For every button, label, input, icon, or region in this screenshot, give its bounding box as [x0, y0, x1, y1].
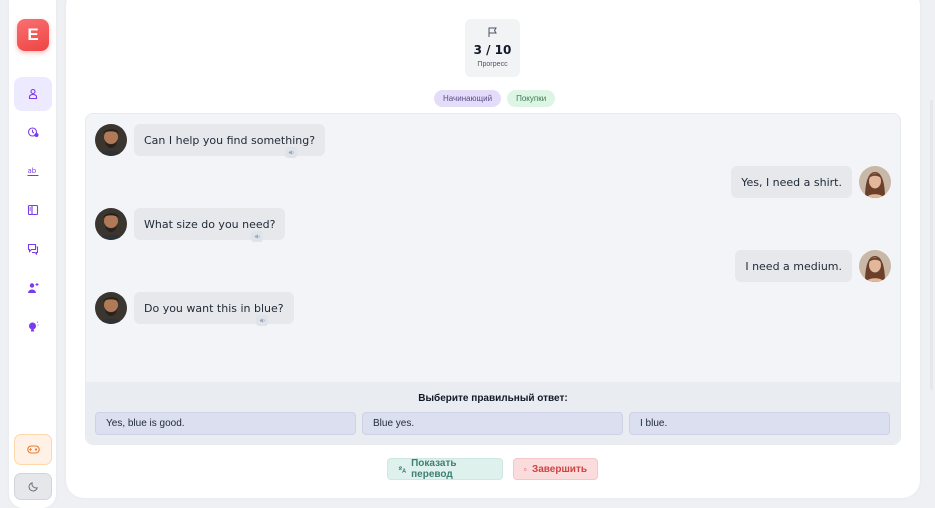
answer-prompt: Выберите правильный ответ:: [418, 393, 568, 404]
clock-location-icon: [27, 127, 39, 138]
action-bar: Показать перевод Завершить: [387, 458, 598, 480]
answer-option-1[interactable]: Yes, blue is good.: [95, 412, 356, 435]
sidebar-item-dialogs[interactable]: [14, 232, 52, 266]
answer-option-3[interactable]: I blue.: [629, 412, 890, 435]
sidebar-item-lessons[interactable]: [14, 193, 52, 227]
play-audio-button[interactable]: [285, 147, 297, 158]
sidebar: E ab: [0, 0, 62, 508]
flag-icon: [488, 27, 497, 37]
play-audio-button[interactable]: [251, 231, 263, 242]
logo-letter: E: [27, 25, 39, 44]
avatar-male: [95, 208, 127, 240]
message-text: Yes, I need a shirt.: [731, 166, 852, 198]
answer-panel: Выберите правильный ответ: Yes, blue is …: [86, 382, 900, 444]
speaker-icon: [259, 318, 265, 323]
user-add-icon: [28, 283, 39, 293]
avatar-female: [859, 250, 891, 282]
message-text: I need a medium.: [735, 250, 852, 282]
svg-text:ab: ab: [28, 167, 37, 175]
avatar-female: [859, 166, 891, 198]
show-translation-button[interactable]: Показать перевод: [387, 458, 503, 480]
sidebar-item-schedule[interactable]: [14, 115, 52, 149]
progress-card: 3 / 10 Прогресс: [465, 19, 520, 77]
theme-toggle-button[interactable]: [14, 473, 52, 500]
chat-icon: [27, 243, 39, 255]
avatar-male: [95, 292, 127, 324]
level-badge: Начинающий: [434, 90, 502, 107]
chat-message-user: I need a medium.: [735, 250, 891, 282]
message-text: Do you want this in blue?: [134, 292, 294, 324]
moon-icon: [28, 482, 38, 492]
sidebar-item-teacher[interactable]: [14, 77, 52, 111]
avatar-male: [95, 124, 127, 156]
topic-badge: Покупки: [507, 90, 556, 107]
ab-text-icon: ab: [27, 167, 39, 176]
sidebar-item-tips[interactable]: [14, 310, 52, 344]
scrollbar[interactable]: [930, 100, 933, 390]
finish-button[interactable]: Завершить: [513, 458, 598, 480]
gamepad-icon: [26, 445, 40, 454]
show-translation-label: Показать перевод: [411, 458, 457, 480]
chat-panel: Can I help you find something? Yes, I ne…: [85, 113, 901, 445]
speaker-icon: [288, 150, 294, 155]
progress-label: Прогресс: [477, 61, 508, 68]
answer-option-2[interactable]: Blue yes.: [362, 412, 623, 435]
bulb-icon: [29, 321, 39, 332]
person-board-icon: [28, 88, 38, 100]
finish-label: Завершить: [531, 463, 587, 475]
game-button[interactable]: [14, 434, 52, 465]
play-audio-button[interactable]: [256, 315, 268, 326]
translate-icon: [398, 465, 407, 473]
app-logo[interactable]: E: [17, 19, 49, 51]
sidebar-item-profile[interactable]: [14, 271, 52, 305]
book-icon: [27, 204, 39, 216]
chat-message-user: Yes, I need a shirt.: [731, 166, 891, 198]
speaker-icon: [254, 234, 260, 239]
sidebar-item-vocabulary[interactable]: ab: [14, 154, 52, 188]
progress-count: 3 / 10: [473, 43, 512, 57]
exit-icon: [524, 467, 527, 471]
tags: Начинающий Покупки: [434, 90, 556, 107]
